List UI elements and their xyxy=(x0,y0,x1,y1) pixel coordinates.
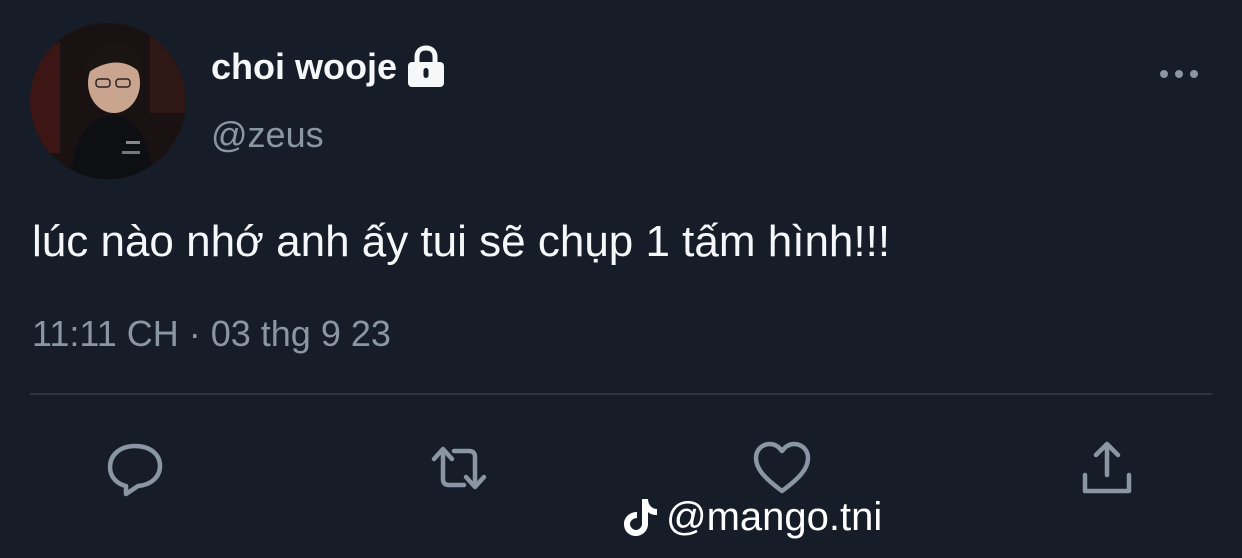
tweet-timestamp[interactable]: 11:11 CH · 03 thg 9 23 xyxy=(32,310,391,358)
like-button[interactable] xyxy=(750,436,814,500)
tweet-text: lúc nào nhớ anh ấy tui sẽ chụp 1 tấm hìn… xyxy=(32,217,891,266)
share-button[interactable] xyxy=(1075,436,1139,500)
display-name-text: choi wooje xyxy=(211,46,398,87)
avatar[interactable] xyxy=(30,23,186,179)
display-name[interactable]: choi wooje xyxy=(211,45,447,89)
share-icon xyxy=(1082,441,1132,494)
lock-icon xyxy=(408,45,445,87)
watermark-text: @mango.tni xyxy=(666,495,883,539)
user-handle[interactable]: @zeus xyxy=(211,113,324,157)
comment-bubble-icon xyxy=(107,443,163,497)
tiktok-icon xyxy=(624,499,657,536)
more-options-icon[interactable] xyxy=(1158,64,1200,84)
heart-icon xyxy=(753,441,811,494)
reply-button[interactable] xyxy=(103,436,167,500)
retweet-icon xyxy=(431,446,487,490)
divider xyxy=(30,393,1212,395)
retweet-button[interactable] xyxy=(427,436,491,500)
watermark: @mango.tni xyxy=(622,492,882,542)
